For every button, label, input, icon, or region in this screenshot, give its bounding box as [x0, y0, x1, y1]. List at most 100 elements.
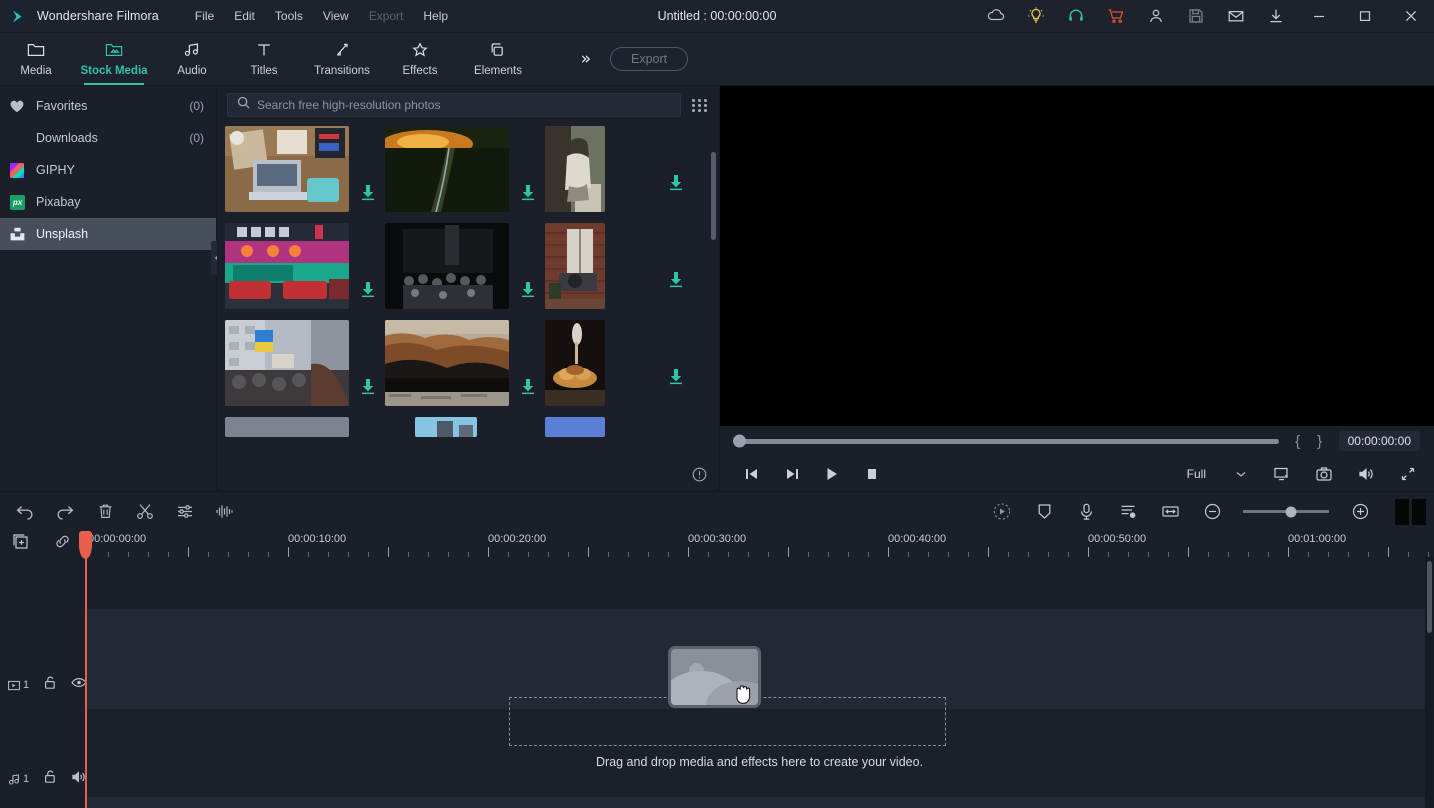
lightbulb-tip-icon[interactable]	[1016, 0, 1056, 33]
headset-support-icon[interactable]	[1056, 0, 1096, 33]
volume-button[interactable]	[1354, 462, 1378, 486]
tab-effects[interactable]: Effects	[384, 33, 456, 85]
unlock-icon[interactable]	[43, 769, 57, 789]
mark-out-button[interactable]: }	[1309, 433, 1331, 450]
voiceover-button[interactable]	[1075, 501, 1097, 523]
shopping-cart-icon[interactable]	[1096, 0, 1136, 33]
undo-button[interactable]	[14, 501, 36, 523]
tab-stock-media[interactable]: Stock Media	[72, 33, 156, 85]
zoom-slider-handle[interactable]	[1286, 506, 1297, 517]
download-icon[interactable]	[1256, 0, 1296, 33]
play-button[interactable]	[820, 462, 844, 486]
thumbnail-cell[interactable]	[545, 417, 705, 437]
timeline-empty-area[interactable]	[85, 797, 1434, 808]
download-arrow-icon[interactable]	[361, 379, 375, 400]
stop-button[interactable]	[860, 462, 884, 486]
marker-button[interactable]	[1033, 501, 1055, 523]
audio-mixer-button[interactable]	[1117, 501, 1139, 523]
sidebar-item-unsplash[interactable]: Unsplash	[0, 218, 216, 250]
fit-timeline-button[interactable]	[1159, 501, 1181, 523]
minimize-icon[interactable]	[1296, 0, 1342, 33]
thumbnail-cell[interactable]	[385, 223, 545, 309]
timeline-zoom-slider[interactable]	[1243, 510, 1329, 513]
thumbnail-cell[interactable]	[225, 126, 385, 212]
download-arrow-icon[interactable]	[669, 175, 683, 196]
maximize-icon[interactable]	[1342, 0, 1388, 33]
search-input[interactable]	[257, 98, 671, 112]
thumbnail-dark-crowd-venue[interactable]	[385, 223, 509, 309]
sidebar-item-downloads[interactable]: Downloads (0)	[0, 122, 216, 154]
sidebar-item-favorites[interactable]: Favorites (0)	[0, 90, 216, 122]
thumbnail-partial-city-sky[interactable]	[415, 417, 477, 437]
timeline-corner-blocks-icon[interactable]	[1395, 499, 1426, 525]
cloud-icon[interactable]	[976, 0, 1016, 33]
thumbnail-partial-blue-card[interactable]	[545, 417, 605, 437]
menu-view[interactable]: View	[313, 5, 359, 27]
snapshot-button[interactable]	[1312, 462, 1336, 486]
thumbnail-mountain-range-dusk[interactable]	[385, 320, 509, 406]
sidebar-item-giphy[interactable]: GIPHY	[0, 154, 216, 186]
add-track-icon[interactable]	[12, 533, 29, 555]
download-arrow-icon[interactable]	[521, 379, 535, 400]
download-arrow-icon[interactable]	[361, 282, 375, 303]
seek-bar[interactable]	[734, 439, 1279, 444]
media-scrollbar[interactable]	[711, 152, 716, 452]
fullscreen-button[interactable]	[1396, 462, 1420, 486]
thumbnail-cell[interactable]	[385, 417, 545, 437]
zoom-in-button[interactable]	[1349, 501, 1371, 523]
tab-audio[interactable]: Audio	[156, 33, 228, 85]
tab-transitions[interactable]: Transitions	[300, 33, 384, 85]
save-icon[interactable]	[1176, 0, 1216, 33]
next-frame-button[interactable]	[780, 462, 804, 486]
menu-file[interactable]: File	[185, 5, 224, 27]
seek-handle[interactable]	[733, 435, 746, 448]
grid-view-icon[interactable]	[689, 95, 709, 115]
timeline-tracks[interactable]: 00:00:00:00 00:00:10:00 00:00:20:00 00:0…	[85, 531, 1434, 808]
unlock-icon[interactable]	[43, 675, 57, 695]
tab-elements[interactable]: Elements	[456, 33, 540, 85]
more-tabs-chevron-icon[interactable]: »	[568, 33, 604, 85]
thumbnail-cell[interactable]	[545, 223, 705, 309]
timeline-ruler[interactable]: 00:00:00:00 00:00:10:00 00:00:20:00 00:0…	[85, 531, 1434, 557]
download-arrow-icon[interactable]	[521, 282, 535, 303]
thumbnail-cell[interactable]	[545, 126, 705, 212]
mail-icon[interactable]	[1216, 0, 1256, 33]
download-arrow-icon[interactable]	[521, 185, 535, 206]
link-chain-icon[interactable]	[53, 533, 72, 555]
thumbnail-dessert-plate-pour[interactable]	[545, 320, 605, 406]
download-arrow-icon[interactable]	[669, 272, 683, 293]
menu-help[interactable]: Help	[413, 5, 458, 27]
preview-timecode[interactable]: 00:00:00:00	[1339, 431, 1420, 451]
redo-button[interactable]	[54, 501, 76, 523]
mark-in-button[interactable]: {	[1287, 433, 1309, 450]
adjust-button[interactable]	[174, 501, 196, 523]
thumbnail-sunset-field-path[interactable]	[385, 126, 509, 212]
audio-detach-button[interactable]	[214, 501, 236, 523]
display-settings-button[interactable]	[1270, 462, 1294, 486]
thumbnail-cell[interactable]	[225, 223, 385, 309]
thumbnail-brick-room-window[interactable]	[545, 223, 605, 309]
thumbnail-cell[interactable]	[385, 126, 545, 212]
thumbnail-neon-street-taxis[interactable]	[225, 223, 349, 309]
info-circle-icon[interactable]	[692, 467, 707, 487]
tab-titles[interactable]: Titles	[228, 33, 300, 85]
tab-media[interactable]: Media	[0, 33, 72, 85]
menu-edit[interactable]: Edit	[224, 5, 265, 27]
quality-select[interactable]: Full	[1181, 465, 1252, 483]
thumbnail-cell[interactable]	[225, 417, 385, 437]
download-arrow-icon[interactable]	[361, 185, 375, 206]
user-account-icon[interactable]	[1136, 0, 1176, 33]
prev-frame-button[interactable]	[740, 462, 764, 486]
download-arrow-icon[interactable]	[669, 369, 683, 390]
thumbnail-partial-grey-card[interactable]	[225, 417, 349, 437]
playhead[interactable]	[85, 531, 87, 808]
split-button[interactable]	[134, 501, 156, 523]
sidebar-item-pixabay[interactable]: px Pixabay	[0, 186, 216, 218]
thumbnail-cell[interactable]	[225, 320, 385, 406]
delete-button[interactable]	[94, 501, 116, 523]
render-preview-button[interactable]	[991, 501, 1013, 523]
thumbnail-cell[interactable]	[385, 320, 545, 406]
thumbnail-woman-portrait-wall[interactable]	[545, 126, 605, 212]
zoom-out-button[interactable]	[1201, 501, 1223, 523]
preview-canvas[interactable]	[720, 86, 1434, 426]
